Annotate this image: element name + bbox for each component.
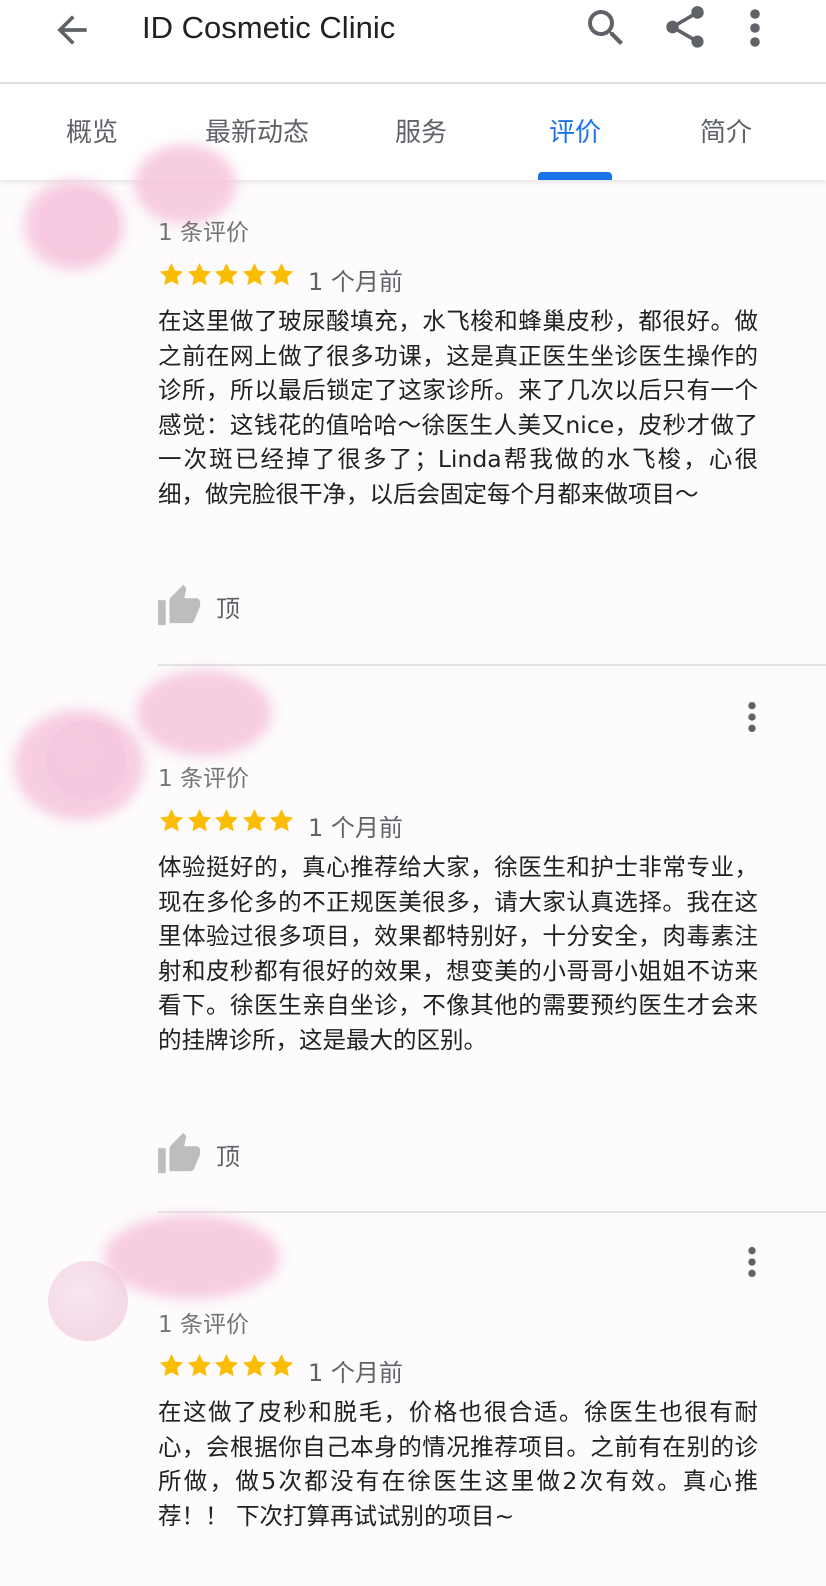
star-icon [187, 263, 211, 286]
redaction-blur [14, 710, 144, 820]
tab-overview[interactable]: 概览 [66, 112, 118, 149]
app-bar: ID Cosmetic Clinic [0, 0, 826, 84]
star-icon [187, 809, 211, 832]
page-title: ID Cosmetic Clinic [142, 10, 396, 45]
review-card: 1 条评价 1 个月前 体验挺好的，真心推荐给大家，徐医生和护士非常专业，现在多… [0, 670, 826, 1215]
review-text: 在这做了皮秒和脱毛，价格也很合适。徐医生也很有耐心，会根据你自己本身的情况推荐项… [158, 1398, 758, 1530]
review-more-icon[interactable] [740, 1245, 764, 1279]
thumb-up-icon [158, 1132, 201, 1174]
star-icon [214, 809, 239, 832]
tab-services[interactable]: 服务 [395, 112, 447, 149]
tab-about[interactable]: 简介 [700, 112, 752, 149]
star-icon [187, 1354, 211, 1377]
star-icon [242, 809, 266, 832]
search-icon[interactable] [582, 4, 630, 52]
share-icon[interactable] [660, 2, 710, 52]
review-text: 体验挺好的，真心推荐给大家，徐医生和护士非常专业，现在多伦多的不正规医美很多，请… [158, 853, 758, 1054]
review-date: 1 个月前 [308, 268, 403, 296]
tab-updates[interactable]: 最新动态 [205, 112, 309, 149]
redaction-blur [136, 670, 272, 756]
review-text: 在这里做了玻尿酸填充，水飞梭和蜂巢皮秒，都很好。做之前在网上做了很多功课，这是真… [158, 307, 758, 508]
review-date: 1 个月前 [308, 814, 403, 842]
star-icon [214, 1354, 239, 1377]
redaction-blur [104, 1215, 280, 1299]
star-icon [159, 263, 184, 286]
reviewer-review-count: 1 条评价 [158, 766, 249, 792]
review-more-icon[interactable] [740, 700, 764, 734]
star-icon [269, 809, 294, 832]
review-card: 1 条评价 1 个月前 在这里做了玻尿酸填充，水飞梭和蜂巢皮秒，都很好。做之前在… [0, 144, 826, 670]
star-rating [158, 807, 296, 837]
divider [158, 1211, 826, 1213]
reviewer-review-count: 1 条评价 [158, 1312, 249, 1338]
more-vert-icon[interactable] [740, 4, 770, 52]
like-button[interactable]: 顶 [158, 583, 258, 629]
tab-bar: 概览 最新动态 服务 评价 简介 [0, 84, 826, 180]
tab-reviews[interactable]: 评价 [549, 112, 601, 149]
thumb-up-icon [158, 584, 201, 626]
star-icon [159, 1354, 184, 1377]
like-label: 顶 [216, 1143, 240, 1171]
like-button[interactable]: 顶 [158, 1131, 258, 1177]
star-icon [269, 1354, 294, 1377]
star-icon [242, 263, 266, 286]
star-rating [158, 1352, 296, 1382]
like-label: 顶 [216, 595, 240, 623]
star-icon [269, 263, 294, 286]
star-icon [159, 809, 184, 832]
redaction-blur [134, 144, 236, 224]
star-icon [214, 263, 239, 286]
redaction-blur [24, 180, 124, 270]
star-icon [242, 1354, 266, 1377]
back-arrow-icon[interactable] [50, 8, 94, 52]
reviewer-review-count: 1 条评价 [158, 220, 249, 246]
star-rating [158, 261, 296, 291]
active-tab-indicator [538, 172, 612, 180]
review-date: 1 个月前 [308, 1359, 403, 1387]
review-card: 1 条评价 1 个月前 在这做了皮秒和脱毛，价格也很合适。徐医生也很有耐心，会根… [0, 1215, 826, 1586]
divider [158, 664, 826, 666]
